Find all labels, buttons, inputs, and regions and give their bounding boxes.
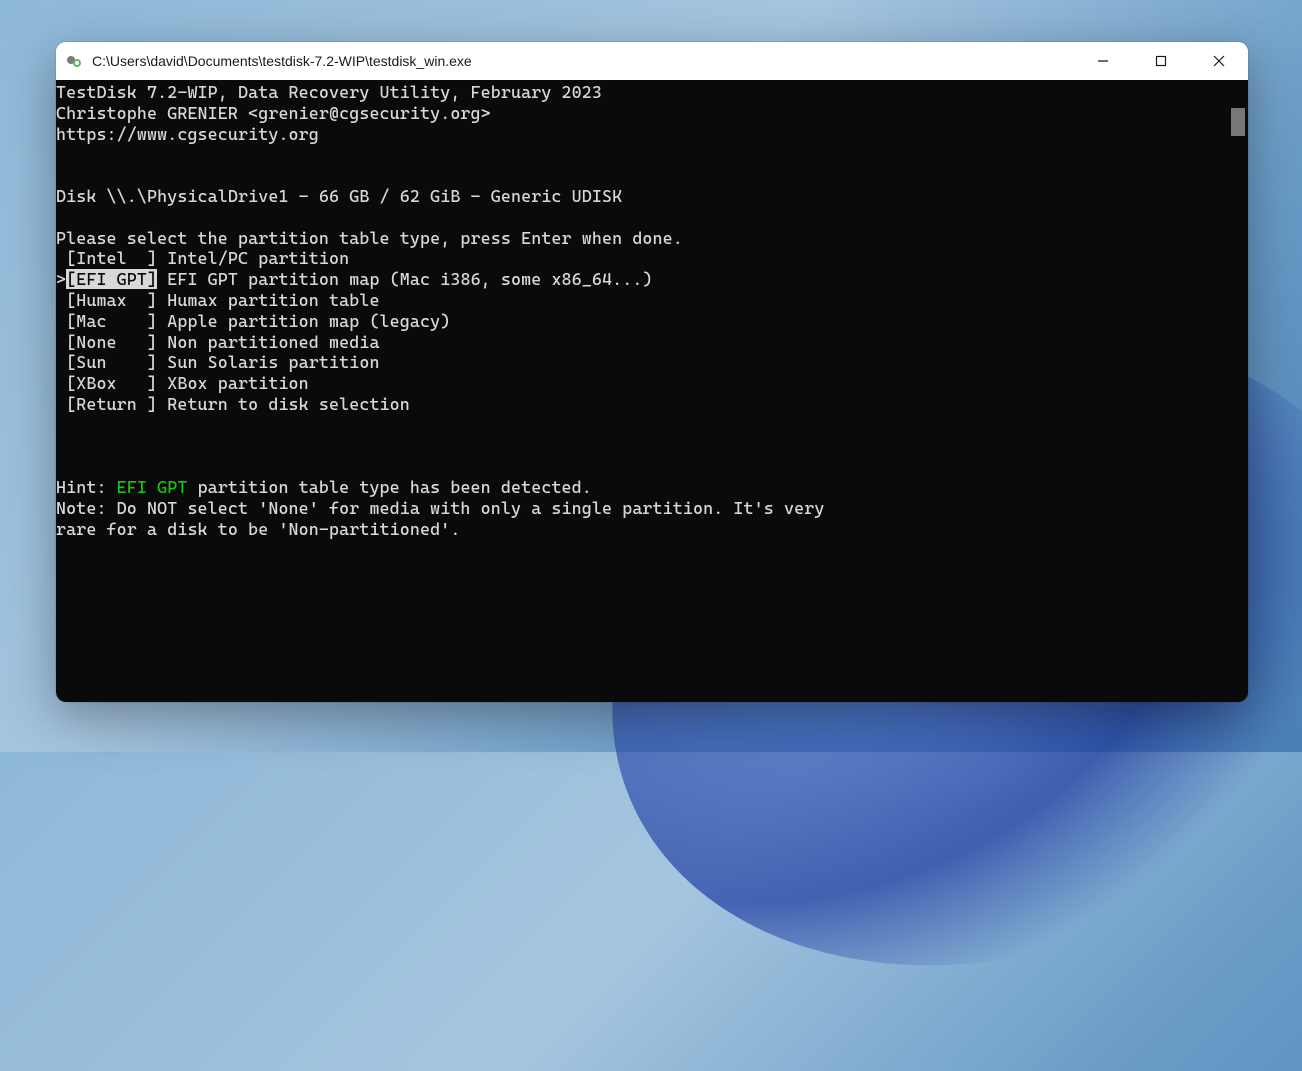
header-line-1: Christophe GRENIER <grenier@cgsecurity.o… <box>56 103 1228 124</box>
disk-info: Disk \\.\PhysicalDrive1 - 66 GB / 62 GiB… <box>56 186 1228 207</box>
blank-line <box>56 207 1228 228</box>
header-line-0: TestDisk 7.2-WIP, Data Recovery Utility,… <box>56 82 1228 103</box>
menu-item-xbox[interactable]: [XBox ] XBox partition <box>56 373 1228 394</box>
hint-line: Hint: EFI GPT partition table type has b… <box>56 477 1228 498</box>
blank-line <box>56 456 1228 477</box>
scrollbar[interactable] <box>1228 80 1248 702</box>
blank-line <box>56 165 1228 186</box>
prompt-line: Please select the partition table type, … <box>56 228 1228 249</box>
menu-item-none[interactable]: [None ] Non partitioned media <box>56 332 1228 353</box>
blank-line <box>56 436 1228 457</box>
blank-line <box>56 144 1228 165</box>
menu-item-intel[interactable]: [Intel ] Intel/PC partition <box>56 248 1228 269</box>
menu-item-humax[interactable]: [Humax ] Humax partition table <box>56 290 1228 311</box>
titlebar[interactable]: C:\Users\david\Documents\testdisk-7.2-WI… <box>56 42 1248 80</box>
terminal-area: TestDisk 7.2-WIP, Data Recovery Utility,… <box>56 80 1248 702</box>
terminal-window: C:\Users\david\Documents\testdisk-7.2-WI… <box>56 42 1248 702</box>
window-title: C:\Users\david\Documents\testdisk-7.2-WI… <box>92 53 1074 69</box>
menu-item-efi-gpt[interactable]: >[EFI GPT] EFI GPT partition map (Mac i3… <box>56 269 1228 290</box>
maximize-button[interactable] <box>1132 42 1190 80</box>
header-line-2: https://www.cgsecurity.org <box>56 124 1228 145</box>
note-line-0: Note: Do NOT select 'None' for media wit… <box>56 498 1228 519</box>
menu-item-mac[interactable]: [Mac ] Apple partition map (legacy) <box>56 311 1228 332</box>
minimize-button[interactable] <box>1074 42 1132 80</box>
close-button[interactable] <box>1190 42 1248 80</box>
blank-line <box>56 415 1228 436</box>
window-controls <box>1074 42 1248 80</box>
menu-item-sun[interactable]: [Sun ] Sun Solaris partition <box>56 352 1228 373</box>
menu-item-return[interactable]: [Return ] Return to disk selection <box>56 394 1228 415</box>
app-icon <box>66 53 82 69</box>
terminal-content[interactable]: TestDisk 7.2-WIP, Data Recovery Utility,… <box>56 80 1228 702</box>
scrollbar-thumb[interactable] <box>1231 108 1245 136</box>
note-line-1: rare for a disk to be 'Non-partitioned'. <box>56 519 1228 540</box>
